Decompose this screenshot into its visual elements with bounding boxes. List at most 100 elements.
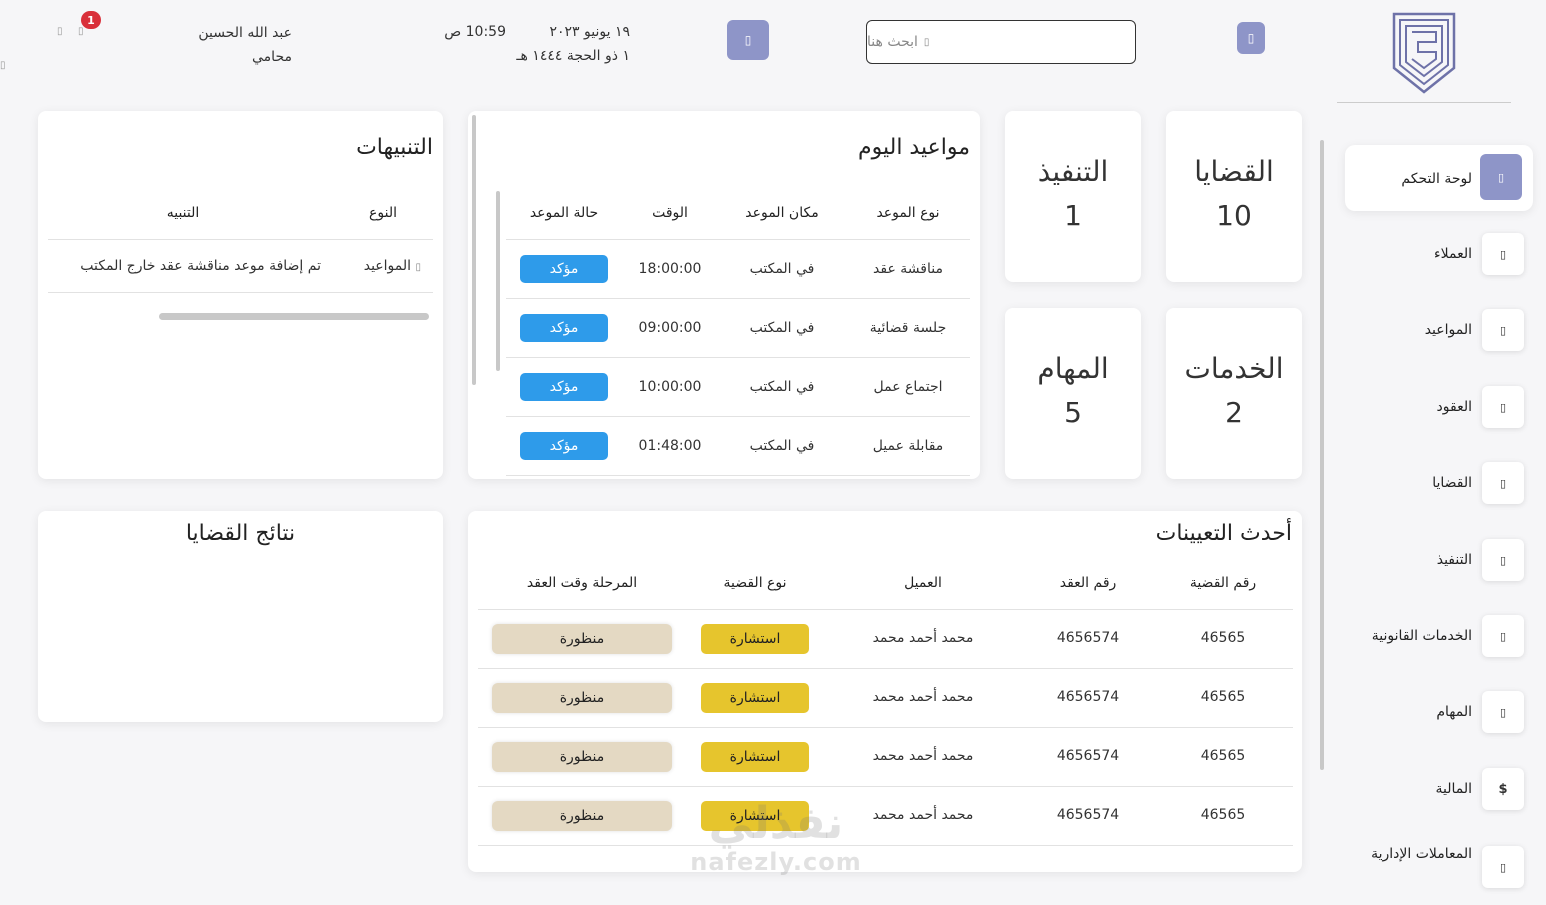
logo-divider <box>1337 102 1511 103</box>
sidebar-item-label: التنفيذ <box>1436 552 1472 568</box>
sidebar-item-dashboard[interactable]: لوحة التحكم ▯ <box>1340 151 1530 205</box>
alerts-horizontal-scrollbar[interactable] <box>159 313 429 320</box>
logout-button[interactable]: ▯ <box>57 26 63 37</box>
case-type-badge: استشارة <box>701 683 809 713</box>
dollar-icon: $ <box>1482 768 1524 810</box>
dashboard-icon: ▯ <box>1480 154 1522 200</box>
column-header: التنبيه <box>166 205 200 221</box>
column-header: حالة الموعد <box>529 205 599 221</box>
tasks-icon: ▯ <box>1482 691 1524 733</box>
stat-card-services[interactable]: الخدمات 2 <box>1166 308 1302 479</box>
sidebar-item-label: المالية <box>1435 781 1472 797</box>
client-name: محمد أحمد محمد <box>872 807 974 823</box>
search-box[interactable]: ▯ ابحث هنا <box>866 20 1136 64</box>
alerts-card: التنبيهات النوع التنبيه ▯ المواعيد تم إض… <box>38 111 443 479</box>
alerts-title: التنبيهات <box>356 135 433 160</box>
stat-label: القضايا <box>1194 155 1274 188</box>
stat-value: 5 <box>1064 396 1082 429</box>
menu-toggle-button[interactable]: ▯ <box>1237 22 1265 54</box>
collapse-handle[interactable]: ▯ <box>0 60 6 71</box>
execution-icon: ▯ <box>1482 539 1524 581</box>
sidebar-item-appointments[interactable]: المواعيد ▯ <box>1340 305 1530 359</box>
column-header: الوقت <box>652 205 688 221</box>
search-icon: ▯ <box>923 36 930 48</box>
sidebar-scrollbar[interactable] <box>1320 140 1324 770</box>
services-icon: ▯ <box>1482 615 1524 657</box>
alert-type-label: المواعيد <box>363 258 412 274</box>
case-type-badge: استشارة <box>701 742 809 772</box>
stat-value: 2 <box>1225 396 1243 429</box>
user-name: عبد الله الحسين <box>198 25 292 41</box>
collapse-icon: ▯ <box>0 60 6 71</box>
appointment-time: 18:00:00 <box>638 261 702 277</box>
calendar-icon: ▯ <box>415 262 421 273</box>
column-header: رقم القضية <box>1189 575 1257 591</box>
sidebar-item-label: لوحة التحكم <box>1401 171 1472 187</box>
row-divider <box>506 475 970 476</box>
stat-card-cases[interactable]: القضايا 10 <box>1166 111 1302 282</box>
sidebar-item-legal-services[interactable]: الخدمات القانونية ▯ <box>1340 611 1530 665</box>
sidebar-item-label: المهام <box>1436 704 1472 720</box>
appointment-place: في المكتب <box>749 379 815 395</box>
row-divider <box>478 786 1293 787</box>
appointment-type: اجتماع عمل <box>873 379 943 395</box>
sidebar-item-label: العملاء <box>1434 246 1472 262</box>
column-header: النوع <box>369 205 397 221</box>
appointments-title: مواعيد اليوم <box>857 135 970 160</box>
appointment-type: مناقشة عقد <box>873 261 943 277</box>
row-divider <box>478 668 1293 669</box>
header-divider <box>48 239 433 240</box>
stat-value: 1 <box>1064 199 1082 232</box>
appointment-type: مقابلة عميل <box>872 438 944 454</box>
notification-bell-button[interactable]: ▯ <box>78 26 84 37</box>
appointment-place: في المكتب <box>749 438 815 454</box>
sidebar-item-label: القضايا <box>1432 475 1472 491</box>
contract-icon: ▯ <box>1482 386 1524 428</box>
appointment-place: في المكتب <box>749 320 815 336</box>
assignments-card: أحدث التعيينات رقم القضية رقم العقد العم… <box>468 511 1302 872</box>
stat-value: 10 <box>1216 199 1252 232</box>
assignments-title: أحدث التعيينات <box>1155 521 1292 546</box>
appointments-card-scrollbar[interactable] <box>472 115 476 385</box>
client-name: محمد أحمد محمد <box>872 689 974 705</box>
case-icon: ▯ <box>1482 462 1524 504</box>
column-header: نوع الموعد <box>876 205 940 221</box>
case-type-badge: استشارة <box>701 624 809 654</box>
stat-label: المهام <box>1037 352 1109 385</box>
appointments-table-scrollbar[interactable] <box>496 191 500 371</box>
contract-number: 4656574 <box>1056 748 1120 764</box>
sidebar-item-tasks[interactable]: المهام ▯ <box>1340 687 1530 741</box>
row-divider <box>478 727 1293 728</box>
row-divider <box>478 845 1293 846</box>
date-hijri: ١ ذو الحجة ١٤٤٤ هـ <box>516 48 630 64</box>
sidebar-item-execution[interactable]: التنفيذ ▯ <box>1340 535 1530 589</box>
user-role: محامي <box>252 49 292 65</box>
sidebar-item-label: العقود <box>1436 399 1472 415</box>
appointment-time: 01:48:00 <box>638 438 702 454</box>
sidebar-item-label: المواعيد <box>1424 322 1472 338</box>
sidebar-item-clients[interactable]: العملاء ▯ <box>1340 229 1530 283</box>
date-gregorian: ١٩ يونيو ٢٠٢٣ <box>549 24 630 40</box>
alert-type: ▯ المواعيد <box>331 258 421 274</box>
sidebar-item-label: الخدمات القانونية <box>1371 628 1472 644</box>
calendar-button[interactable]: ▯ <box>727 20 769 60</box>
sidebar-item-finance[interactable]: المالية $ <box>1340 764 1530 818</box>
bell-icon: ▯ <box>78 26 84 37</box>
case-number: 46565 <box>1200 807 1246 823</box>
case-type-badge: استشارة <box>701 801 809 831</box>
column-header: مكان الموعد <box>745 205 819 221</box>
case-results-card: نتائج القضايا <box>38 511 443 722</box>
stat-card-tasks[interactable]: المهام 5 <box>1005 308 1141 479</box>
stat-card-execution[interactable]: التنفيذ 1 <box>1005 111 1141 282</box>
calendar-icon: ▯ <box>744 33 752 47</box>
sidebar-item-contracts[interactable]: العقود ▯ <box>1340 382 1530 436</box>
column-header: رقم العقد <box>1059 575 1117 591</box>
row-divider <box>506 298 970 299</box>
stage-badge: منظورة <box>492 742 672 772</box>
sidebar-item-cases[interactable]: القضايا ▯ <box>1340 458 1530 512</box>
case-number: 46565 <box>1200 630 1246 646</box>
sidebar-item-admin[interactable]: المعاملات الإدارية ▯ <box>1340 838 1530 898</box>
stage-badge: منظورة <box>492 624 672 654</box>
app-logo <box>1388 12 1460 94</box>
stat-label: الخدمات <box>1184 352 1284 385</box>
